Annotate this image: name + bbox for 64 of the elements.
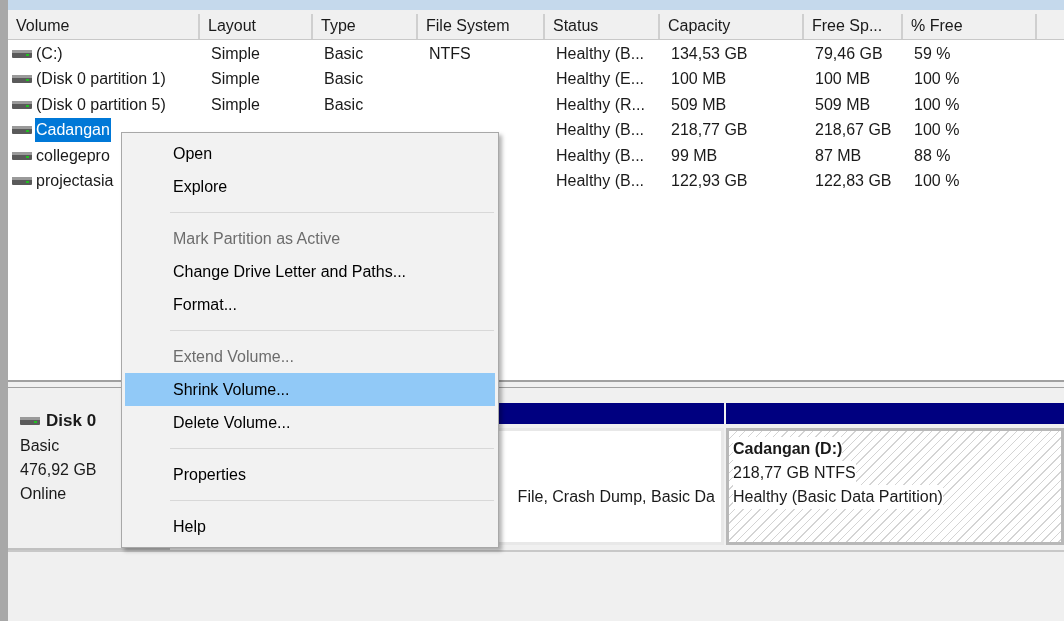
menu-item[interactable]: Change Drive Letter and Paths... xyxy=(125,255,495,288)
table-cell-text: 134,53 GB xyxy=(670,43,749,64)
table-cell-text: 79,46 GB xyxy=(814,43,884,64)
column-header[interactable]: Capacity xyxy=(660,14,804,39)
table-cell-text: 100 % xyxy=(913,69,961,90)
menu-item[interactable]: Format... xyxy=(125,288,495,321)
table-cell-text: 100 % xyxy=(913,94,961,115)
disk-info: 476,92 GB xyxy=(20,459,98,480)
table-cell[interactable]: Cadangan xyxy=(35,118,111,143)
table-cell[interactable]: (C:) xyxy=(35,41,64,66)
drive-icon xyxy=(20,415,40,426)
table-cell-text: 509 MB xyxy=(670,94,728,115)
column-header[interactable]: Free Sp... xyxy=(804,14,903,39)
partition-info: Healthy (Basic Data Partition) xyxy=(733,485,943,509)
partition-title: Cadangan (D:) xyxy=(733,437,843,461)
table-cell-text: 100 MB xyxy=(814,69,872,90)
table-cell-text: Simple xyxy=(210,94,261,115)
table-cell-text: Healthy (E... xyxy=(555,69,646,90)
table-cell-text: 122,83 GB xyxy=(814,171,893,192)
table-cell-text: Healthy (B... xyxy=(555,145,646,166)
table-cell-text: Healthy (B... xyxy=(555,171,646,192)
column-header[interactable]: Type xyxy=(313,14,418,39)
table-cell-text: Simple xyxy=(210,69,261,90)
table-cell-text: 100 MB xyxy=(670,69,728,90)
table-cell-text: Basic xyxy=(323,43,365,64)
table-cell-text: Basic xyxy=(323,69,365,90)
table-cell-text: 122,93 GB xyxy=(670,171,749,192)
column-header[interactable]: Volume xyxy=(8,14,200,39)
table-cell-text: 218,67 GB xyxy=(814,120,893,141)
table-cell[interactable]: collegepro xyxy=(35,143,111,168)
disk-name: Disk 0 xyxy=(46,410,97,432)
partition-info: 218,77 GB NTFS xyxy=(733,461,856,485)
table-cell[interactable]: projectasia xyxy=(35,169,115,194)
table-cell-text: 509 MB xyxy=(814,94,872,115)
column-header[interactable]: Status xyxy=(545,14,660,39)
table-cell-text: Basic xyxy=(323,94,365,115)
drive-icon xyxy=(12,74,32,85)
disk-info: Online xyxy=(20,483,68,504)
column-header[interactable]: % Free xyxy=(903,14,1037,39)
drive-icon xyxy=(12,125,32,136)
column-header[interactable]: File System xyxy=(418,14,545,39)
table-cell-text: 218,77 GB xyxy=(670,120,749,141)
table-cell-text: Simple xyxy=(210,43,261,64)
table-cell[interactable]: (Disk 0 partition 5) xyxy=(35,92,167,117)
drive-icon xyxy=(12,99,32,110)
drive-icon xyxy=(12,48,32,59)
table-cell-text: 59 % xyxy=(913,43,952,64)
drive-icon xyxy=(12,150,32,161)
menu-item[interactable]: Open xyxy=(125,137,495,170)
drive-icon xyxy=(12,176,32,187)
menu-item[interactable]: Shrink Volume... xyxy=(125,373,495,406)
table-cell-text: Healthy (B... xyxy=(555,43,646,64)
table-cell-text: 88 % xyxy=(913,145,952,166)
disk-info: Basic xyxy=(20,435,61,456)
column-header[interactable]: Layout xyxy=(200,14,313,39)
table-cell-text: 100 % xyxy=(913,120,961,141)
table-cell[interactable]: (Disk 0 partition 1) xyxy=(35,67,167,92)
table-cell-text: Healthy (B... xyxy=(555,120,646,141)
table-cell-text: 100 % xyxy=(913,171,961,192)
menu-item[interactable]: Explore xyxy=(125,170,495,203)
table-cell-text: Healthy (R... xyxy=(555,94,646,115)
table-cell-text: 87 MB xyxy=(814,145,863,166)
table-cell-text: NTFS xyxy=(428,43,472,64)
table-cell-text: 99 MB xyxy=(670,145,719,166)
